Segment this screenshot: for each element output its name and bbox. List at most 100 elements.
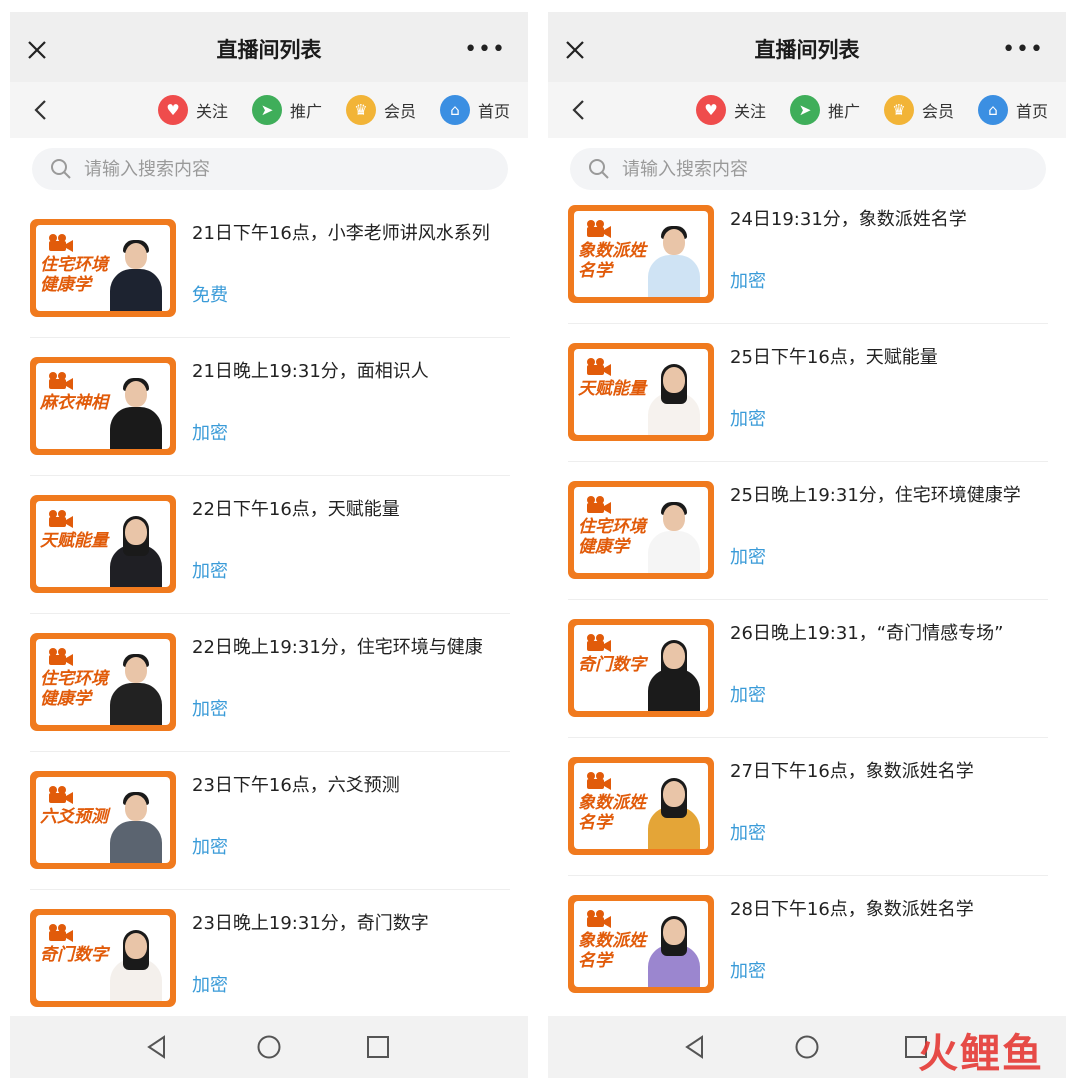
live-thumbnail[interactable]: 住宅环境健康学: [30, 219, 176, 317]
nav-label: 推广: [290, 102, 323, 121]
more-options-button[interactable]: •••: [1002, 38, 1044, 62]
nav-follow-button[interactable]: ♥ 关注: [158, 94, 228, 126]
nav-label: 关注: [734, 102, 767, 121]
speaker-photo: [648, 639, 700, 711]
movie-camera-icon: [49, 510, 73, 528]
nav-back-triangle-icon[interactable]: [681, 1032, 711, 1062]
live-thumbnail[interactable]: 象数派姓名学: [568, 205, 714, 303]
nav-promote-button[interactable]: ➤ 推广: [252, 94, 322, 126]
nav-recents-square-icon[interactable]: [363, 1032, 393, 1062]
access-tag: 加密: [192, 975, 228, 996]
access-tag: 加密: [730, 547, 766, 568]
live-room-list-item[interactable]: 麻衣神相 21日晚上19:31分，面相识人 加密: [30, 338, 510, 476]
page-title: 直播间列表: [216, 38, 322, 62]
movie-camera-icon: [587, 358, 611, 376]
live-room-list-item[interactable]: 住宅环境健康学 21日下午16点，小李老师讲风水系列 免费: [30, 200, 510, 338]
live-thumbnail[interactable]: 六爻预测: [30, 771, 176, 869]
nav-member-button[interactable]: ♛ 会员: [346, 94, 416, 126]
nav-follow-button[interactable]: ♥ 关注: [696, 94, 766, 126]
live-room-list-item[interactable]: 天赋能量 25日下午16点，天赋能量 加密: [568, 324, 1048, 462]
live-room-list: 象数派姓名学 24日19:31分，象数派姓名学 加密 天赋能量 25日下午16点…: [568, 186, 1048, 1013]
nav-member-button[interactable]: ♛ 会员: [884, 94, 954, 126]
live-room-title: 21日下午16点，小李老师讲风水系列: [192, 223, 490, 244]
live-room-list-item[interactable]: 奇门数字 23日晚上19:31分，奇门数字 加密: [30, 890, 510, 1027]
nav-home-circle-icon[interactable]: [254, 1032, 284, 1062]
search-icon: [51, 159, 71, 179]
access-tag: 加密: [192, 561, 228, 582]
nav-promote-button[interactable]: ➤ 推广: [790, 94, 860, 126]
nav-back-triangle-icon[interactable]: [143, 1032, 173, 1062]
thumbnail-course-title: 六爻预测: [40, 807, 108, 827]
live-thumbnail[interactable]: 奇门数字: [30, 909, 176, 1007]
live-room-title: 24日19:31分，象数派姓名学: [730, 209, 967, 230]
thumbnail-course-title: 奇门数字: [578, 655, 646, 675]
live-room-list-item[interactable]: 天赋能量 22日下午16点，天赋能量 加密: [30, 476, 510, 614]
heart-icon: ♥: [696, 95, 726, 125]
live-thumbnail[interactable]: 住宅环境健康学: [568, 481, 714, 579]
title-bar: 直播间列表 •••: [10, 12, 528, 82]
access-tag: 加密: [192, 837, 228, 858]
thumbnail-course-title: 奇门数字: [40, 945, 108, 965]
live-room-list-item[interactable]: 奇门数字 26日晚上19:31，“奇门情感专场” 加密: [568, 600, 1048, 738]
live-room-title: 25日晚上19:31分，住宅环境健康学: [730, 485, 1021, 506]
movie-camera-icon: [49, 648, 73, 666]
search-input[interactable]: [84, 148, 484, 190]
phone-screen-left: 直播间列表 ••• ♥ 关注 ➤ 推广 ♛ 会员 ⌂ 首页 请输入搜索内容 住宅…: [10, 12, 528, 1078]
live-thumbnail[interactable]: 住宅环境健康学: [30, 633, 176, 731]
thumbnail-course-title: 住宅环境健康学: [40, 669, 108, 709]
nav-home-button[interactable]: ⌂ 首页: [440, 94, 510, 126]
thumbnail-course-title: 天赋能量: [40, 531, 108, 551]
nav-home-circle-icon[interactable]: [792, 1032, 822, 1062]
movie-camera-icon: [49, 372, 73, 390]
home-icon: ⌂: [440, 95, 470, 125]
speaker-photo: [110, 377, 162, 449]
access-tag: 加密: [730, 961, 766, 982]
live-room-list-item[interactable]: 象数派姓名学 27日下午16点，象数派姓名学 加密: [568, 738, 1048, 876]
access-tag: 加密: [730, 409, 766, 430]
movie-camera-icon: [49, 924, 73, 942]
nav-label: 首页: [1016, 102, 1049, 121]
send-icon: ➤: [790, 95, 820, 125]
nav-label: 关注: [196, 102, 229, 121]
access-tag: 免费: [192, 285, 228, 306]
live-room-title: 27日下午16点，象数派姓名学: [730, 761, 974, 782]
live-room-title: 23日下午16点，六爻预测: [192, 775, 400, 796]
live-thumbnail[interactable]: 象数派姓名学: [568, 757, 714, 855]
live-room-list-item[interactable]: 象数派姓名学 28日下午16点，象数派姓名学 加密: [568, 876, 1048, 1013]
crown-icon: ♛: [346, 95, 376, 125]
more-options-button[interactable]: •••: [464, 38, 506, 62]
page-title: 直播间列表: [754, 38, 860, 62]
movie-camera-icon: [587, 634, 611, 652]
live-thumbnail[interactable]: 奇门数字: [568, 619, 714, 717]
live-room-list-item[interactable]: 六爻预测 23日下午16点，六爻预测 加密: [30, 752, 510, 890]
live-thumbnail[interactable]: 象数派姓名学: [568, 895, 714, 993]
live-thumbnail[interactable]: 天赋能量: [30, 495, 176, 593]
speaker-photo: [110, 929, 162, 1001]
live-thumbnail[interactable]: 天赋能量: [568, 343, 714, 441]
thumbnail-course-title: 象数派姓名学: [578, 241, 646, 281]
live-thumbnail[interactable]: 麻衣神相: [30, 357, 176, 455]
nav-home-button[interactable]: ⌂ 首页: [978, 94, 1048, 126]
search-input[interactable]: [622, 148, 1022, 190]
live-room-list-item[interactable]: 住宅环境健康学 22日晚上19:31分，住宅环境与健康 加密: [30, 614, 510, 752]
thumbnail-course-title: 住宅环境健康学: [40, 255, 108, 295]
watermark-logo: 火鲤鱼: [918, 1031, 1044, 1077]
search-bar[interactable]: [32, 148, 508, 190]
live-room-list-item[interactable]: 象数派姓名学 24日19:31分，象数派姓名学 加密: [568, 186, 1048, 324]
access-tag: 加密: [192, 423, 228, 444]
movie-camera-icon: [587, 910, 611, 928]
thumbnail-course-title: 象数派姓名学: [578, 793, 646, 833]
nav-label: 首页: [478, 102, 511, 121]
thumbnail-course-title: 天赋能量: [578, 379, 646, 399]
thumbnail-course-title: 麻衣神相: [40, 393, 108, 413]
live-room-list: 住宅环境健康学 21日下午16点，小李老师讲风水系列 免费 麻衣神相 21日晚上…: [30, 200, 510, 1027]
live-room-title: 22日下午16点，天赋能量: [192, 499, 400, 520]
live-room-title: 21日晚上19:31分，面相识人: [192, 361, 429, 382]
back-arrow-icon[interactable]: [568, 98, 590, 122]
search-bar[interactable]: [570, 148, 1046, 190]
nav-label: 会员: [922, 102, 955, 121]
crown-icon: ♛: [884, 95, 914, 125]
back-arrow-icon[interactable]: [30, 98, 52, 122]
live-room-list-item[interactable]: 住宅环境健康学 25日晚上19:31分，住宅环境健康学 加密: [568, 462, 1048, 600]
movie-camera-icon: [49, 234, 73, 252]
